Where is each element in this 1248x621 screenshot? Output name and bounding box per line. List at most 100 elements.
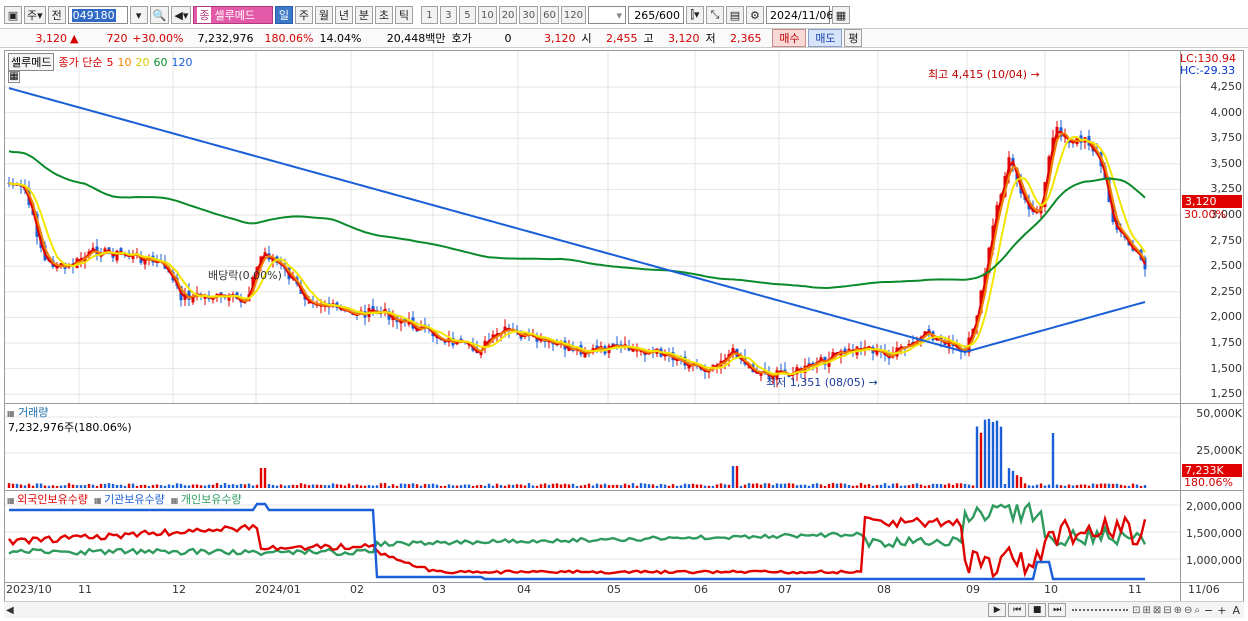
zoom-icon[interactable]: ⤡	[705, 6, 724, 24]
gear-icon[interactable]: ⚙	[745, 6, 764, 24]
volume-bar	[899, 485, 903, 488]
volume-bar	[395, 485, 399, 488]
period-tick[interactable]: 틱	[394, 6, 413, 24]
code-dropdown-icon[interactable]: ▾	[129, 6, 148, 24]
volume-bar	[291, 484, 295, 488]
volume-bar	[771, 485, 775, 488]
prev-button[interactable]: 전	[47, 6, 66, 24]
count-input[interactable]: 265/600	[627, 6, 684, 24]
tool-icons[interactable]: ⊡⊞⊠⊟⊕⊖⌕	[1132, 605, 1202, 616]
price-chart[interactable]	[5, 51, 1183, 403]
volume-bar	[683, 483, 687, 488]
layout-icon[interactable]: ▣	[4, 6, 22, 24]
volume-bar	[731, 466, 735, 488]
volume-bar	[611, 484, 615, 488]
stop-icon[interactable]: ■	[1028, 603, 1047, 617]
volume-bar	[247, 483, 251, 488]
volume-bar	[299, 483, 303, 488]
candle-icon[interactable]: ⫿▾	[685, 6, 704, 24]
period-day[interactable]: 일	[274, 6, 293, 24]
volume-bar	[663, 484, 667, 488]
zoom-plus-icon[interactable]: +	[1215, 604, 1228, 617]
volume-bar	[1067, 484, 1071, 488]
volume-bar	[855, 485, 859, 488]
font-icon[interactable]: A	[1228, 604, 1244, 617]
rewind-icon[interactable]: ⏮	[1008, 603, 1027, 617]
axis-divider	[1180, 51, 1181, 602]
volume-bar	[931, 483, 935, 488]
volume-bar	[411, 483, 415, 488]
period-week[interactable]: 주	[294, 6, 313, 24]
forward-icon[interactable]: ⏭	[1048, 603, 1067, 617]
menu-icon[interactable]: ▦	[7, 409, 15, 418]
volume-bar	[499, 485, 503, 488]
interval-custom[interactable]: ▾	[587, 6, 626, 24]
grid-icon[interactable]: ▦	[8, 71, 20, 83]
buy-button[interactable]: 매수	[772, 29, 807, 47]
interval-120[interactable]: 120	[560, 6, 586, 24]
volume-bar	[1051, 433, 1055, 488]
legend-ma5: 5	[106, 55, 114, 69]
search-icon[interactable]: 🔍	[149, 6, 170, 24]
interval-5[interactable]: 5	[458, 6, 476, 24]
save-icon[interactable]: ▤	[725, 6, 744, 24]
volume-bar	[31, 485, 35, 488]
volume-chart[interactable]	[5, 405, 1183, 490]
date-input[interactable]: 2024/11/06	[765, 6, 833, 24]
price-tick: 2,500	[1210, 259, 1243, 273]
interval-20[interactable]: 20	[498, 6, 518, 24]
volume-bar	[59, 485, 63, 488]
scroll-bar[interactable]: ◀ ▶ ⏮ ■ ⏭ ⊡⊞⊠⊟⊕⊖⌕ − + A	[4, 601, 1244, 618]
volume-bar	[435, 484, 439, 488]
x-tick: 11	[78, 583, 92, 596]
volume-bar	[423, 483, 427, 488]
period-month[interactable]: 월	[314, 6, 333, 24]
period-second[interactable]: 초	[374, 6, 393, 24]
interval-60[interactable]: 60	[540, 6, 559, 24]
interval-1[interactable]: 1	[420, 6, 438, 24]
interval-10[interactable]: 10	[477, 6, 497, 24]
volume-bar	[1075, 485, 1079, 488]
quote-volume: 7,232,976	[197, 31, 254, 45]
zoom-slider[interactable]	[1072, 609, 1129, 611]
period-minute[interactable]: 분	[354, 6, 373, 24]
volume-bar	[135, 485, 139, 488]
stock-name-box[interactable]: 셀루메드	[8, 53, 55, 71]
volume-bar	[199, 485, 203, 488]
interval-3[interactable]: 3	[439, 6, 457, 24]
volume-bar	[1003, 483, 1007, 488]
hold-tick-1m: 1,000,000	[1186, 554, 1242, 567]
zoom-minus-icon[interactable]: −	[1202, 604, 1215, 617]
stock-name-field[interactable]: 종 셀루메드	[193, 6, 273, 24]
calendar-icon[interactable]: ▦	[831, 6, 850, 24]
interval-30[interactable]: 30	[519, 6, 539, 24]
volume-bar	[875, 485, 879, 488]
chart-area[interactable]	[4, 50, 1244, 603]
volume-bar	[995, 420, 999, 488]
eval-button[interactable]: 평	[844, 29, 863, 47]
volume-bar	[35, 483, 39, 488]
volume-bar	[91, 484, 95, 488]
sell-button[interactable]: 매도	[808, 29, 843, 47]
speaker-icon[interactable]: ◀▾	[171, 6, 192, 24]
period-year[interactable]: 년	[334, 6, 353, 24]
hc-label: HC:-29.33	[1180, 64, 1236, 77]
scroll-left-icon[interactable]: ◀	[4, 605, 14, 616]
volume-bar	[171, 485, 175, 488]
price-tick: 3,500	[1210, 156, 1243, 170]
volume-bar	[755, 483, 759, 488]
volume-bar	[495, 483, 499, 488]
scroll-right-icon[interactable]: ▶	[988, 603, 1007, 617]
volume-bar	[647, 484, 651, 488]
volume-bar	[415, 484, 419, 488]
code-input[interactable]: 049180	[67, 6, 128, 24]
type-dropdown[interactable]: 주 ▾	[24, 6, 46, 24]
volume-bar	[607, 485, 611, 488]
volume-bar	[763, 483, 767, 488]
volume-bar	[947, 483, 951, 488]
hoga-price: 3,120	[543, 31, 576, 45]
volume-bar	[75, 485, 79, 488]
high-label: 고	[643, 32, 654, 45]
volume-bar	[447, 484, 451, 488]
price-tick: 1,250	[1210, 387, 1243, 401]
